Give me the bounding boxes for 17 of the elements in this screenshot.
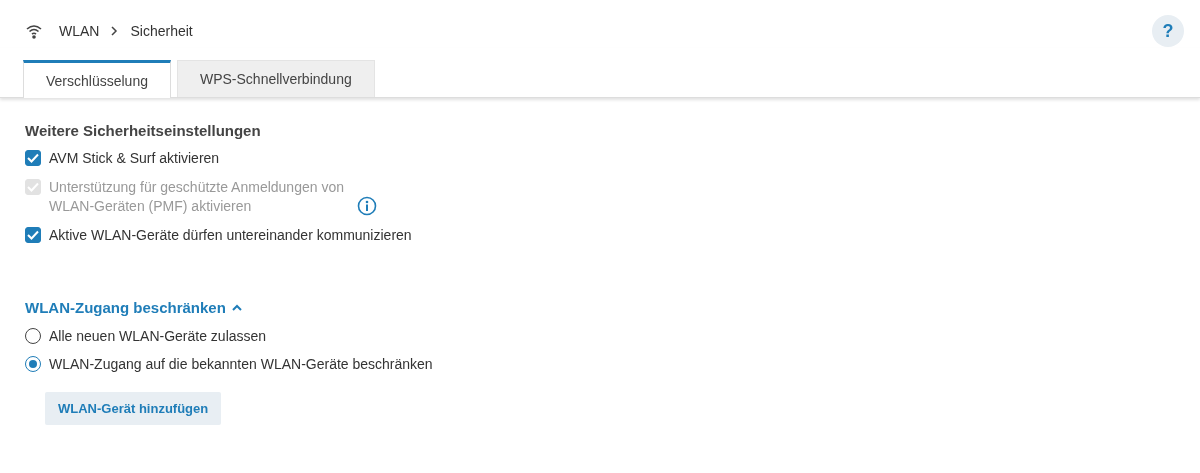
section-toggle-link[interactable]: WLAN-Zugang beschränken: [25, 299, 242, 316]
radio-label: WLAN-Zugang auf die bekannten WLAN-Geräte beschränken: [49, 356, 433, 372]
section-title: Weitere Sicherheitseinstellungen: [25, 122, 261, 139]
tab[interactable]: WPS-Schnellverbindung: [176, 60, 375, 97]
breadcrumb-item: Sicherheit: [130, 23, 193, 39]
tab[interactable]: Verschlüsselung: [23, 60, 171, 98]
add-device-button[interactable]: WLAN-Gerät hinzufügen: [45, 392, 222, 425]
checkbox-label: AVM Stick & Surf aktivieren: [49, 149, 220, 168]
checkbox-label: Unterstützung für geschützte Anmeldungen von WLAN-Geräten (PMF) aktivieren: [49, 178, 345, 216]
chevron-right-icon: [111, 26, 119, 36]
wifi-icon: [25, 23, 43, 39]
breadcrumb-item[interactable]: WLAN: [59, 23, 100, 39]
checkbox-label: Aktive WLAN-Geräte dürfen untereinander kommunizieren: [49, 226, 412, 245]
radio-label: Alle neuen WLAN-Geräte zulassen: [49, 328, 267, 344]
help-button[interactable]: ?: [1152, 15, 1184, 47]
checkbox[interactable]: [25, 150, 41, 166]
checkbox[interactable]: [25, 227, 41, 243]
